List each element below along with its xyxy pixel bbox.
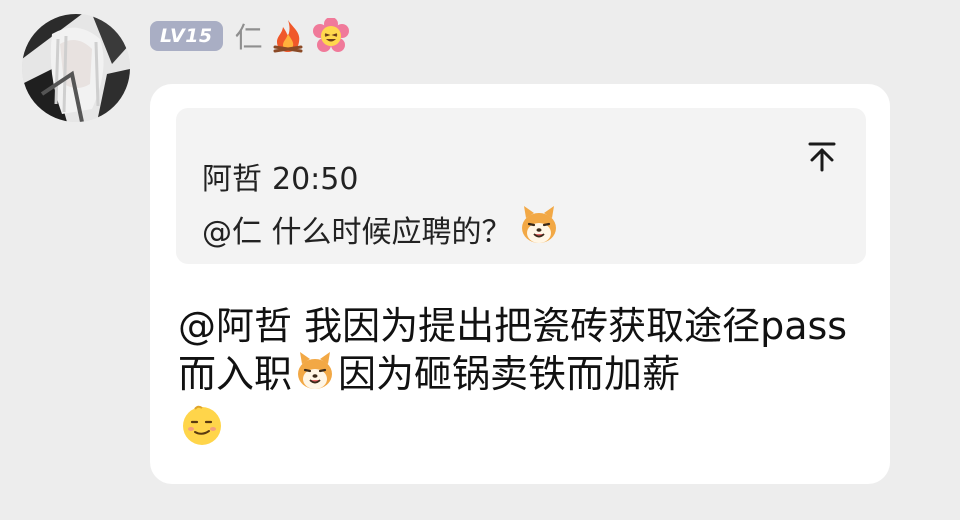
- quote-author: 阿哲: [202, 162, 262, 197]
- shiba-dog-emoji: [518, 204, 560, 254]
- quote-time: 20:50: [272, 162, 359, 197]
- avatar[interactable]: [22, 14, 130, 122]
- quote-text: @仁 什么时候应聘的？: [202, 215, 512, 250]
- sender-nickname[interactable]: 仁: [235, 16, 263, 56]
- message-segment-2: 因为砸锅卖铁而加薪: [338, 352, 681, 396]
- quoted-message[interactable]: 阿哲 20:50 @仁 什么时候应聘的？: [176, 108, 866, 264]
- smile-face-emoji: [180, 403, 224, 458]
- jump-to-top-icon[interactable]: [804, 138, 840, 174]
- shiba-dog-emoji: [294, 350, 336, 403]
- quote-text-line: @仁 什么时候应聘的？: [202, 204, 560, 254]
- message-bubble[interactable]: 阿哲 20:50 @仁 什么时候应聘的？ @阿哲 我因为提出把瓷砖获取途径pas…: [150, 84, 890, 484]
- quote-header: 阿哲 20:50: [202, 154, 358, 198]
- flower-face-icon[interactable]: [312, 17, 349, 54]
- message-text: @阿哲 我因为提出把瓷砖获取途径pass而入职 因为砸锅卖铁而加薪: [178, 302, 868, 458]
- fire-icon[interactable]: [271, 18, 305, 54]
- sender-meta: LV15 仁: [150, 16, 349, 56]
- level-badge[interactable]: LV15: [150, 21, 223, 51]
